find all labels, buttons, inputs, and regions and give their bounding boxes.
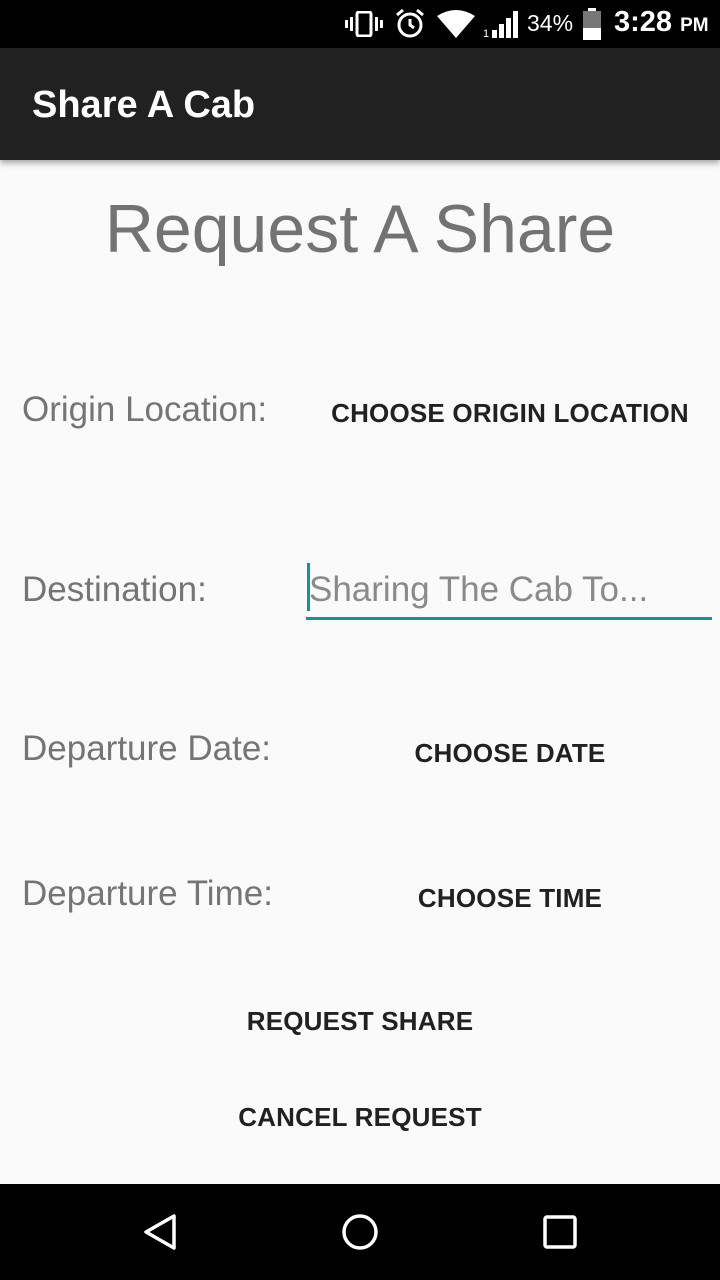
- destination-field-wrapper: [306, 562, 712, 620]
- origin-label: Origin Location:: [22, 390, 268, 429]
- departure-time-label: Departure Time:: [22, 874, 273, 913]
- status-bar: 1 34% 3:28 PM: [0, 0, 720, 48]
- status-clock: 3:28 PM: [614, 6, 709, 39]
- destination-label: Destination:: [22, 570, 207, 609]
- request-share-button[interactable]: REQUEST SHARE: [210, 1000, 510, 1042]
- choose-time-button[interactable]: CHOOSE TIME: [402, 877, 618, 919]
- clock-ampm: PM: [680, 15, 709, 36]
- recents-icon[interactable]: [530, 1202, 590, 1262]
- home-icon[interactable]: [330, 1202, 390, 1262]
- cancel-request-button[interactable]: CANCEL REQUEST: [200, 1096, 520, 1138]
- wifi-icon: [436, 0, 476, 48]
- clock-time: 3:28: [614, 6, 673, 38]
- vibrate-icon: [344, 0, 384, 48]
- page-title: Request A Share: [104, 191, 616, 267]
- destination-input[interactable]: [306, 562, 712, 617]
- choose-origin-button[interactable]: CHOOSE ORIGIN LOCATION: [322, 392, 698, 434]
- app-title: Share A Cab: [32, 84, 256, 126]
- svg-text:1: 1: [483, 28, 489, 38]
- departure-date-label: Departure Date:: [22, 729, 272, 768]
- app-bar: Share A Cab: [0, 48, 720, 160]
- back-icon[interactable]: [130, 1202, 190, 1262]
- alarm-icon: [393, 0, 427, 48]
- battery-icon: [580, 0, 604, 48]
- battery-percent: 34%: [527, 10, 574, 36]
- choose-date-button[interactable]: CHOOSE DATE: [402, 732, 618, 774]
- navigation-bar: [0, 1184, 720, 1280]
- text-cursor: [307, 563, 310, 611]
- signal-icon: 1: [482, 0, 522, 48]
